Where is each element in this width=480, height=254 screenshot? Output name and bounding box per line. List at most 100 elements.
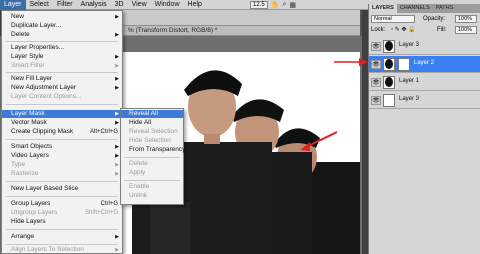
menu-view[interactable]: View xyxy=(128,0,151,10)
submenu-arrow-icon: ▶ xyxy=(115,85,119,91)
menu-item-vector-mask[interactable]: Vector Mask ▶ xyxy=(2,119,122,127)
menu-separator xyxy=(6,229,118,230)
menu-item-new-adjustment-layer[interactable]: New Adjustment Layer ▶ xyxy=(2,84,122,92)
menu-item-rasterize: Rasterize ▶ xyxy=(11,170,119,177)
submenu-arrow-icon: ▶ xyxy=(115,76,119,82)
blend-row: Normal Opacity: 100% xyxy=(371,15,479,24)
layer-row-layer-2[interactable]: 👁 Layer 2 xyxy=(369,56,480,73)
tab-channels[interactable]: CHANNELS xyxy=(397,4,433,13)
submenu-item-from-transparency[interactable]: From Transparency xyxy=(121,146,185,154)
submenu-item-apply: Apply xyxy=(129,169,146,176)
menu-item-new-layer-based-slice[interactable]: New Layer Based Slice xyxy=(2,185,122,193)
zoom-field[interactable]: 12.5 xyxy=(250,1,268,9)
submenu-arrow-icon: ▶ xyxy=(115,153,119,159)
menu-separator xyxy=(6,139,118,140)
submenu-arrow-icon: ▶ xyxy=(115,63,119,69)
lock-row: Lock: ▫ ✎ ✥ 🔒 Fill: 100% xyxy=(371,26,479,35)
layer-row-layer-3[interactable]: 👁 Layer 3 xyxy=(369,38,480,55)
menu-item-duplicate-layer[interactable]: Duplicate Layer... xyxy=(2,22,122,30)
menu-item-create-clipping-mask[interactable]: Create Clipping Mask Alt+Ctrl+G xyxy=(2,128,122,136)
layer-row-layer-3-bottom[interactable]: 👁 Layer 3 xyxy=(369,92,480,109)
submenu-item-enable: Enable xyxy=(129,183,150,190)
menu-item-type: Type ▶ xyxy=(11,161,119,168)
menu-item-hide-layers[interactable]: Hide Layers xyxy=(2,218,122,226)
menu-help[interactable]: Help xyxy=(184,0,206,10)
layers-panel: LAYERS CHANNELS PATHS Normal Opacity: 10… xyxy=(368,4,480,254)
menu-item-new[interactable]: New ▶ xyxy=(2,13,122,21)
menu-item-layer-content-options: Layer Content Options... xyxy=(11,93,82,100)
submenu-item-reveal-all[interactable]: Reveal All xyxy=(121,110,183,118)
layer-menu-dropdown: New ▶ Duplicate Layer... Delete ▶ Layer Pr… xyxy=(1,10,123,254)
layer-name: Layer 3 xyxy=(399,42,420,48)
visibility-eye-icon[interactable]: 👁 xyxy=(371,42,381,51)
app-toolbar: 12.5 ✋ ⌕ ▦ xyxy=(250,0,296,10)
layer-name: Layer 2 xyxy=(414,60,435,66)
menu-item-video-layers[interactable]: Video Layers ▶ xyxy=(2,152,122,160)
submenu-item-unlink: Unlink xyxy=(129,192,148,199)
submenu-arrow-icon: ▶ xyxy=(115,54,119,60)
lock-label: Lock: xyxy=(371,27,386,33)
menu-separator xyxy=(6,244,118,245)
menu-item-layer-properties[interactable]: Layer Properties... xyxy=(2,44,122,52)
menu-filter[interactable]: Filter xyxy=(53,0,77,10)
submenu-item-hide-selection: Hide Selection xyxy=(129,137,171,144)
blend-mode-select[interactable]: Normal xyxy=(371,15,415,23)
layer-row-layer-1[interactable]: 👁 Layer 1 xyxy=(369,74,480,91)
menu-item-arrange[interactable]: Arrange ▶ xyxy=(2,233,122,241)
menu-3d[interactable]: 3D xyxy=(111,0,128,10)
annotation-arrow-panel xyxy=(334,58,368,66)
zoom-icon[interactable]: ⌕ xyxy=(282,1,286,9)
menu-item-delete[interactable]: Delete ▶ xyxy=(2,31,122,39)
layer-thumbnail xyxy=(383,58,395,71)
menu-item-group-layers[interactable]: Group Layers Ctrl+G xyxy=(2,200,122,208)
submenu-arrow-icon: ▶ xyxy=(115,144,119,150)
menu-item-smart-objects[interactable]: Smart Objects ▶ xyxy=(2,143,122,151)
menu-separator xyxy=(124,157,180,158)
submenu-arrow-icon: ▶ xyxy=(115,120,119,126)
layer-name: Layer 3 xyxy=(399,96,420,102)
menu-separator xyxy=(6,181,118,182)
menu-item-ungroup-layers: Ungroup Layers Shift+Ctrl+G xyxy=(11,209,118,216)
menu-item-smart-filter: Smart Filter ▶ xyxy=(11,62,119,69)
visibility-eye-icon[interactable]: 👁 xyxy=(371,96,381,105)
menu-separator xyxy=(124,180,180,181)
opacity-field[interactable]: 100% xyxy=(455,15,477,23)
submenu-item-delete: Delete xyxy=(129,160,148,167)
submenu-arrow-icon: ▶ xyxy=(115,32,119,38)
menu-item-layer-mask[interactable]: Layer Mask ▶ xyxy=(2,110,122,118)
visibility-eye-icon[interactable]: 👁 xyxy=(371,78,381,87)
layer-thumbnail xyxy=(383,40,395,53)
menu-analysis[interactable]: Analysis xyxy=(77,0,111,10)
submenu-item-hide-all[interactable]: Hide All xyxy=(121,119,183,127)
menu-separator xyxy=(6,104,118,105)
hand-icon[interactable]: ✋ xyxy=(271,1,280,9)
menu-layer[interactable]: Layer xyxy=(0,0,26,10)
tab-layers[interactable]: LAYERS xyxy=(369,4,397,13)
menu-window[interactable]: Window xyxy=(151,0,184,10)
tab-paths[interactable]: PATHS xyxy=(433,4,457,13)
layer-mask-thumbnail[interactable] xyxy=(398,58,410,71)
document-tab[interactable]: % (Transform Distort, RGB/8) * xyxy=(120,26,360,36)
submenu-arrow-icon: ▶ xyxy=(115,111,119,117)
menu-separator xyxy=(6,72,118,73)
submenu-arrow-icon: ▶ xyxy=(115,14,119,20)
menu-separator xyxy=(6,41,118,42)
layer-name: Layer 1 xyxy=(399,78,420,84)
menu-item-new-fill-layer[interactable]: New Fill Layer ▶ xyxy=(2,75,122,83)
layer-thumbnail xyxy=(383,76,395,89)
opacity-label: Opacity: xyxy=(423,16,446,22)
submenu-arrow-icon: ▶ xyxy=(115,171,119,177)
menu-select[interactable]: Select xyxy=(26,0,53,10)
fill-field[interactable]: 100% xyxy=(455,26,477,34)
submenu-arrow-icon: ▶ xyxy=(115,247,119,253)
layer-mask-submenu: Reveal All Hide All Reveal Selection Hid… xyxy=(120,108,185,205)
panel-tabs: LAYERS CHANNELS PATHS xyxy=(369,4,480,13)
grid-icon[interactable]: ▦ xyxy=(289,1,296,9)
lock-icons[interactable]: ▫ ✎ ✥ 🔒 xyxy=(391,26,416,33)
visibility-eye-icon[interactable]: 👁 xyxy=(371,60,381,69)
submenu-arrow-icon: ▶ xyxy=(115,234,119,240)
menu-item-layer-style[interactable]: Layer Style ▶ xyxy=(2,53,122,61)
menu-item-align-layers-to-selection: Align Layers To Selection ▶ xyxy=(11,246,119,253)
submenu-item-reveal-selection: Reveal Selection xyxy=(129,128,178,135)
fill-label: Fill: xyxy=(437,27,447,33)
